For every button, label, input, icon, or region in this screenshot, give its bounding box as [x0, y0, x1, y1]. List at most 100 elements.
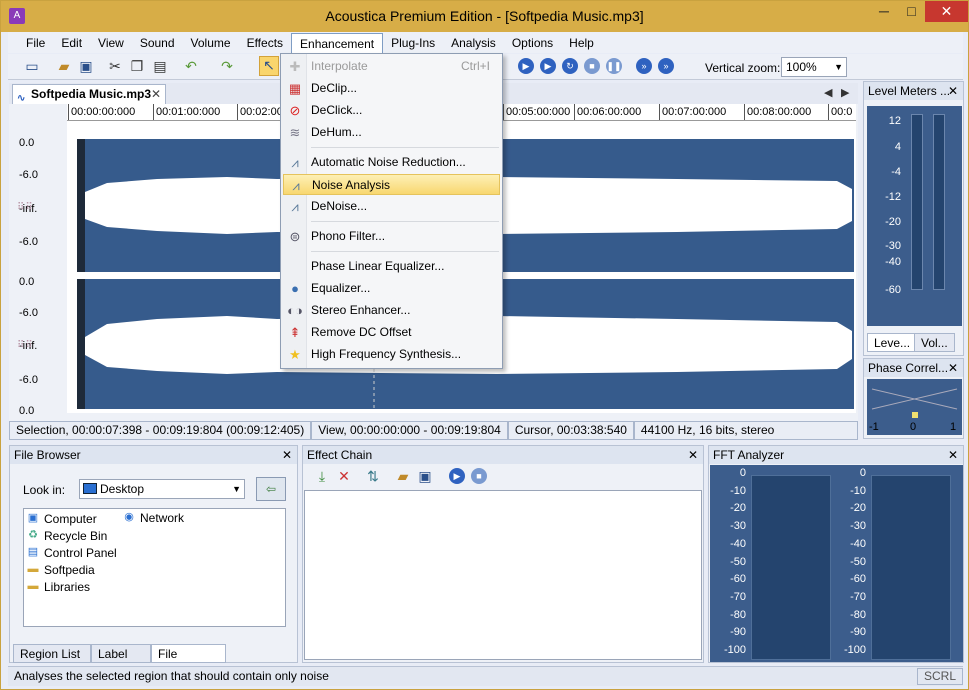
file-list[interactable]: ▣ Computer ◉ Network ♻ Recycle Bin ▤ Control… — [23, 508, 286, 627]
item-label: Control Panel — [44, 546, 117, 560]
fft-tick: -10 — [730, 484, 746, 497]
menu-volume[interactable]: Volume — [183, 33, 239, 53]
new-file-icon[interactable]: ▭ — [24, 58, 40, 74]
menu-enhancement[interactable]: Enhancement — [291, 32, 384, 53]
open-folder-icon[interactable]: ▰ — [56, 58, 72, 74]
menu-item-label: DeClip... — [311, 81, 358, 95]
copy-icon[interactable]: ❐ — [129, 58, 145, 74]
stereo-icon: ◐◑ — [287, 303, 303, 318]
play-chain-icon[interactable]: ▶ — [449, 468, 465, 484]
list-item[interactable]: ▬ Softpedia — [26, 562, 95, 578]
effect-chain-list[interactable] — [304, 490, 702, 660]
close-panel-icon[interactable]: ✕ — [282, 446, 292, 464]
cut-icon[interactable]: ✂ — [107, 58, 123, 74]
menu-sound[interactable]: Sound — [132, 33, 183, 53]
equalizer-icon: ● — [291, 281, 299, 296]
skip-end-icon[interactable]: » — [658, 58, 674, 74]
menu-item-high-frequency-synthesis[interactable]: ★ High Frequency Synthesis... — [283, 344, 500, 365]
menu-item-declick[interactable]: ⊘ DeClick... — [283, 100, 500, 121]
close-panel-icon[interactable]: ✕ — [688, 446, 698, 464]
lookin-select[interactable]: Desktop ▼ — [79, 479, 245, 499]
remove-effect-icon[interactable]: ✕ — [336, 468, 352, 484]
item-label: Libraries — [44, 580, 91, 594]
menu-item-dehum[interactable]: ≋ DeHum... — [283, 122, 500, 143]
menu-item-declip[interactable]: ▦ DeClip... — [283, 78, 500, 99]
desktop-icon — [83, 483, 97, 494]
tab-region-list[interactable]: Region List — [13, 644, 91, 663]
close-panel-icon[interactable]: ✕ — [948, 82, 958, 100]
menu-file[interactable]: File — [18, 33, 53, 53]
tab-file-browser[interactable]: File Browser — [151, 644, 226, 679]
stop-chain-icon[interactable]: ■ — [471, 468, 487, 484]
list-item[interactable]: ♻ Recycle Bin — [26, 528, 107, 544]
tab-levels[interactable]: Leve... — [867, 333, 918, 352]
menu-effects[interactable]: Effects — [239, 33, 291, 53]
maximize-button[interactable]: □ — [898, 1, 925, 22]
fft-tick: 0 — [859, 467, 866, 479]
close-tab-icon[interactable]: ✕ — [151, 85, 161, 104]
loop-icon[interactable]: ↻ — [562, 58, 578, 74]
menu-item-phase-linear-eq[interactable]: Phase Linear Equalizer... — [283, 256, 500, 277]
channel-handle-icon[interactable]: ⠿⠿ — [17, 340, 34, 351]
denoise-icon: ⩘ — [291, 199, 299, 214]
menu-separator — [311, 147, 499, 148]
ruler-label: 00:05:00:000 — [506, 106, 571, 118]
menu-plugins[interactable]: Plug-Ins — [383, 33, 443, 53]
noise-analysis-icon: ⩘ — [292, 178, 300, 193]
paste-icon[interactable]: ▤ — [152, 58, 168, 74]
menu-view[interactable]: View — [90, 33, 132, 53]
vertical-zoom-select[interactable]: 100% ▼ — [781, 57, 847, 77]
menu-item-remove-dc-offset[interactable]: ⇞ Remove DC Offset — [283, 322, 500, 343]
close-panel-icon[interactable]: ✕ — [948, 446, 958, 464]
tab-next-icon[interactable]: ▶ — [841, 86, 849, 99]
undo-icon[interactable]: ↶ — [183, 58, 199, 74]
fft-analyzer-panel: FFT Analyzer ✕ 0 -10 -20 -30 -40 -50 -60 -70 -80 -… — [708, 445, 964, 663]
menu-item-denoise[interactable]: ⩘ DeNoise... — [283, 196, 500, 217]
fft-tick: -70 — [850, 590, 866, 603]
phono-icon: ⊜ — [289, 229, 301, 244]
menu-item-auto-noise-reduction[interactable]: ⩘ Automatic Noise Reduction... — [283, 152, 500, 173]
menu-help[interactable]: Help — [561, 33, 602, 53]
menu-item-noise-analysis[interactable]: ⩘ Noise Analysis — [283, 174, 500, 195]
open-chain-icon[interactable]: ▰ — [395, 468, 411, 484]
close-panel-icon[interactable]: ✕ — [948, 359, 958, 377]
phase-label: 1 — [950, 421, 957, 433]
waveform-icon: ∿ — [17, 93, 26, 104]
list-item[interactable]: ◉ Network — [122, 510, 184, 526]
menu-item-label: Stereo Enhancer... — [311, 303, 411, 317]
menu-item-label: Phono Filter... — [311, 229, 386, 243]
pause-icon[interactable]: ❚❚ — [606, 58, 622, 74]
tab-label-list[interactable]: Label List — [91, 644, 151, 679]
tab-volume[interactable]: Vol... — [914, 333, 955, 352]
menu-item-interpolate[interactable]: ✚ Interpolate Ctrl+I — [283, 56, 500, 77]
save-chain-icon[interactable]: ▣ — [417, 468, 433, 484]
add-effect-icon[interactable]: ⤓ — [314, 468, 330, 484]
save-icon[interactable]: ▣ — [78, 58, 94, 74]
phase-label: -1 — [869, 421, 879, 433]
fft-tick: -80 — [850, 608, 866, 621]
list-item[interactable]: ▬ Libraries — [26, 579, 91, 595]
up-folder-button[interactable]: ⇦ — [256, 477, 286, 501]
close-button[interactable]: ✕ — [925, 1, 968, 22]
document-tab[interactable]: ∿ Softpedia Music.mp3 ✕ — [12, 84, 166, 104]
menu-item-stereo-enhancer[interactable]: ◐◑ Stereo Enhancer... — [283, 300, 500, 321]
stop-icon[interactable]: ■ — [584, 58, 600, 74]
menu-item-label: Interpolate — [311, 59, 368, 73]
menu-edit[interactable]: Edit — [53, 33, 90, 53]
menu-options[interactable]: Options — [504, 33, 561, 53]
list-item[interactable]: ▣ Computer — [26, 511, 97, 527]
tab-prev-icon[interactable]: ◀ — [824, 86, 832, 99]
play-selection-icon[interactable]: ▶ — [540, 58, 556, 74]
menu-item-phono-filter[interactable]: ⊜ Phono Filter... — [283, 226, 500, 247]
channel-handle-icon[interactable]: ⠿⠿ — [17, 202, 34, 213]
minimize-button[interactable]: ─ — [870, 1, 898, 22]
select-tool-icon[interactable]: ↖ — [259, 56, 279, 76]
menu-analysis[interactable]: Analysis — [443, 33, 504, 53]
play-icon[interactable]: ▶ — [518, 58, 534, 74]
cursor-status: Cursor, 00:03:38:540 — [507, 421, 634, 440]
menu-item-equalizer[interactable]: ● Equalizer... — [283, 278, 500, 299]
redo-icon[interactable]: ↷ — [219, 58, 235, 74]
list-item[interactable]: ▤ Control Panel — [26, 545, 117, 561]
fast-forward-icon[interactable]: » — [636, 58, 652, 74]
effect-settings-icon[interactable]: ⇅ — [365, 468, 381, 484]
